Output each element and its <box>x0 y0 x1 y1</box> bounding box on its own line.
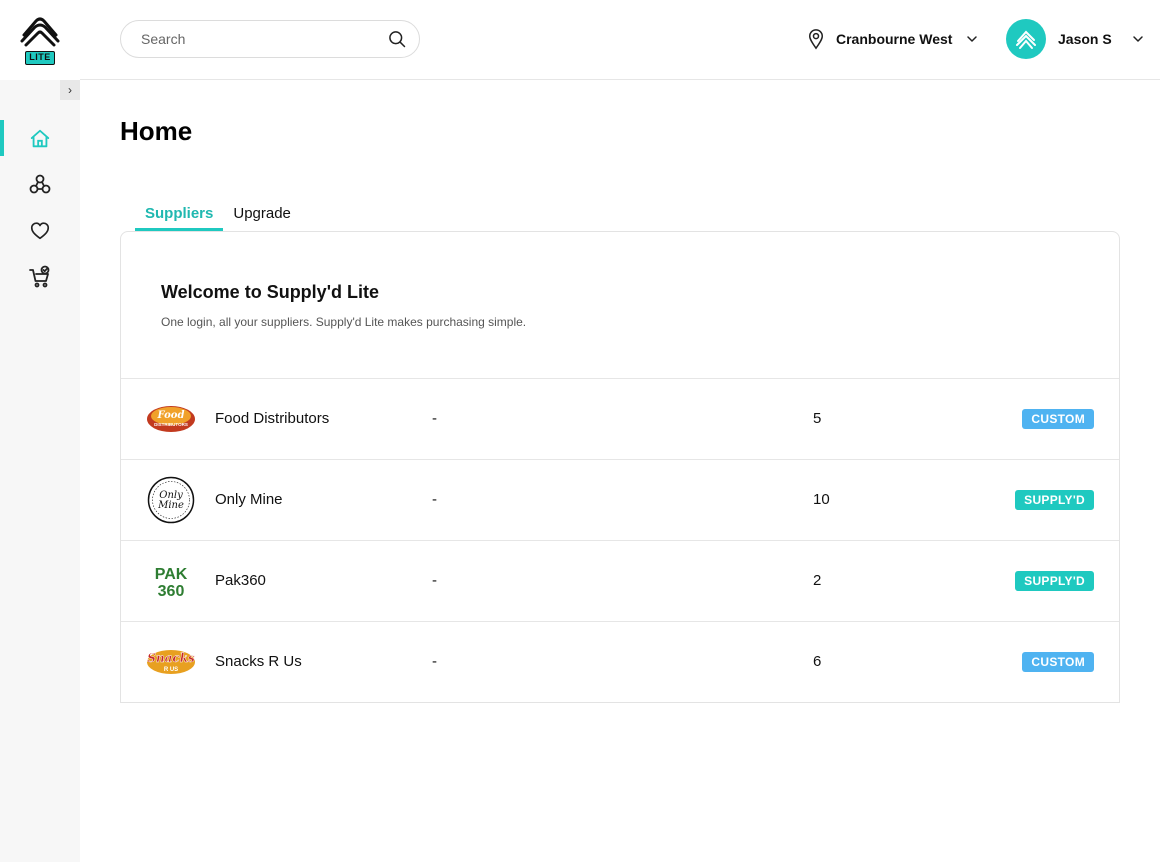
supplyd-logo: LITE <box>18 13 62 67</box>
supplier-type-badge: CUSTOM <box>1022 652 1094 672</box>
supplier-type-badge: SUPPLY'D <box>1015 490 1094 510</box>
sidebar-item-favourites[interactable] <box>0 208 80 254</box>
supplier-detail: - <box>432 410 437 427</box>
cart-icon <box>29 265 50 288</box>
welcome-title: Welcome to Supply'd Lite <box>161 282 379 302</box>
pak360-logo-subtext: 360 <box>158 583 185 599</box>
chevron-down-icon <box>967 36 978 42</box>
supplier-row-pak360[interactable]: PAK 360 Pak360 - 2 SUPPLY'D <box>121 540 1119 621</box>
snacks-r-us-logo-subtext: R US <box>164 667 178 673</box>
supplier-count: 2 <box>813 572 822 589</box>
supplier-count: 5 <box>813 410 822 427</box>
location-label: Cranbourne West <box>836 31 953 47</box>
home-icon <box>30 129 50 148</box>
user-menu[interactable]: Jason S <box>1006 19 1146 59</box>
only-mine-logo: Only Mine <box>145 476 197 524</box>
supplier-name: Snacks R Us <box>215 653 302 670</box>
only-mine-logo-icon: Only Mine <box>147 476 195 524</box>
supplier-row-only-mine[interactable]: Only Mine Only Mine - 10 SUPPLY'D <box>121 459 1119 540</box>
snacks-r-us-logo-text: Snacks <box>147 651 195 665</box>
snacks-r-us-logo: Snacks R US <box>145 638 197 686</box>
pak360-logo-text: PAK <box>155 566 188 583</box>
pak360-logo: PAK 360 <box>145 557 197 605</box>
tab-bar: Suppliers Upgrade <box>135 200 301 231</box>
food-distributors-logo-subtext: DISTRIBUTORS <box>154 422 188 427</box>
lite-badge: LITE <box>25 51 55 65</box>
tab-suppliers[interactable]: Suppliers <box>135 200 224 231</box>
supplier-count: 6 <box>813 653 822 670</box>
pak360-logo-icon: PAK 360 <box>155 566 188 599</box>
logo-area[interactable]: LITE <box>0 0 80 80</box>
supplier-detail: - <box>432 653 437 670</box>
food-distributors-logo: Food DISTRIBUTORS <box>145 395 197 443</box>
location-pin-icon <box>808 29 824 50</box>
supplyd-logo-icon <box>20 17 60 47</box>
sidebar: LITE › <box>0 0 80 862</box>
supplier-name: Only Mine <box>215 491 283 508</box>
supplier-row-food-distributors[interactable]: Food DISTRIBUTORS Food Distributors - 5 … <box>121 378 1119 459</box>
supplier-row-snacks-r-us[interactable]: Snacks R US Snacks R Us - 6 CUSTOM <box>121 621 1119 702</box>
snacks-r-us-logo-icon: Snacks R US <box>147 650 195 674</box>
heart-icon <box>30 222 50 240</box>
food-distributors-logo-text: Food <box>157 410 185 421</box>
supplier-name: Pak360 <box>215 572 266 589</box>
welcome-subtitle: One login, all your suppliers. Supply'd … <box>161 315 527 329</box>
chevron-down-icon <box>1132 36 1143 42</box>
page-title: Home <box>120 116 193 146</box>
search-input[interactable] <box>141 31 387 47</box>
top-header: Cranbourne West Jason S <box>80 0 1160 80</box>
supplier-list: Food DISTRIBUTORS Food Distributors - 5 … <box>121 378 1119 702</box>
sidebar-item-home[interactable] <box>0 116 80 162</box>
supplier-detail: - <box>432 572 437 589</box>
supplier-type-badge: SUPPLY'D <box>1015 571 1094 591</box>
sidebar-item-cart[interactable] <box>0 254 80 300</box>
search-bar <box>120 20 420 58</box>
search-icon[interactable] <box>387 29 407 49</box>
suppliers-icon <box>29 174 51 194</box>
food-distributors-logo-icon: Food DISTRIBUTORS <box>147 406 195 432</box>
app-window: LITE › Search Cranbourne West Jason S Ho… <box>0 0 1160 862</box>
sidebar-nav <box>0 116 80 300</box>
supplyd-avatar-icon <box>1016 30 1036 49</box>
sidebar-collapse-button[interactable]: › <box>60 80 80 100</box>
welcome-section: Welcome to Supply'd Lite One login, all … <box>161 282 526 329</box>
supplier-type-badge: CUSTOM <box>1022 409 1094 429</box>
sidebar-item-suppliers[interactable] <box>0 162 80 208</box>
tab-upgrade[interactable]: Upgrade <box>223 200 301 231</box>
supplier-detail: - <box>432 491 437 508</box>
supplier-name: Food Distributors <box>215 410 330 427</box>
only-mine-logo-subtext: Mine <box>157 500 184 511</box>
supplier-count: 10 <box>813 491 830 508</box>
suppliers-card: Welcome to Supply'd Lite One login, all … <box>120 231 1120 703</box>
avatar <box>1006 19 1046 59</box>
user-name: Jason S <box>1058 31 1112 47</box>
location-selector[interactable]: Cranbourne West <box>806 26 980 52</box>
